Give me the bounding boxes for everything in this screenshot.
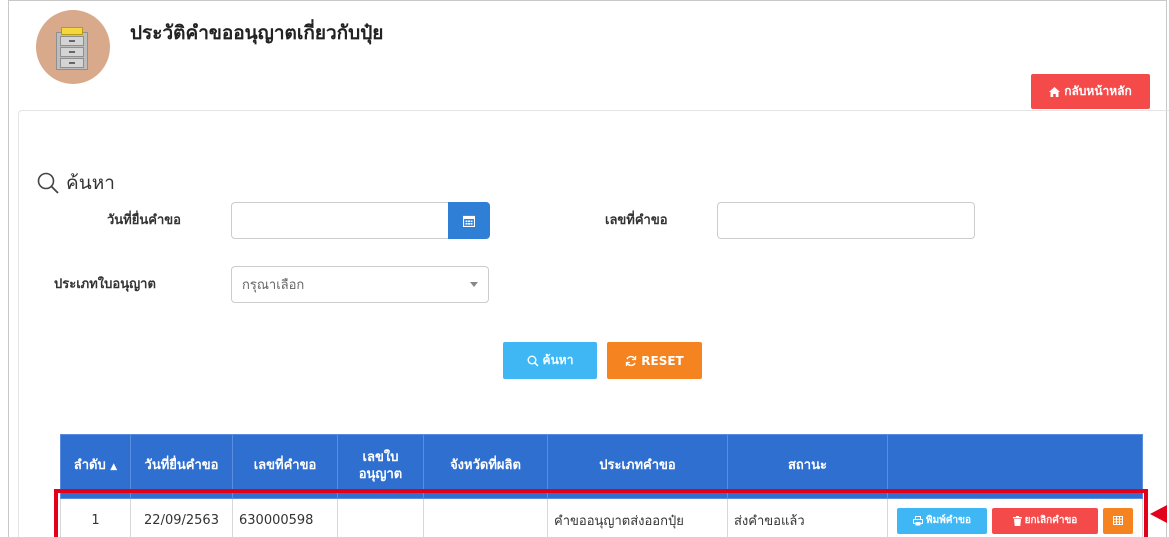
home-button-label: กลับหน้าหลัก [1064,84,1132,98]
search-button[interactable]: ค้นหา [503,342,597,379]
cell-request-type: คำขออนุญาตส่งออกปุ๋ย [547,498,728,537]
pointer-arrow-icon [1150,505,1167,523]
trash-icon [1012,515,1022,526]
request-no-label: เลขที่คำขอ [605,213,668,228]
submit-date-input[interactable] [231,202,449,239]
reset-button-label: RESET [641,353,684,368]
print-icon [913,515,924,525]
refresh-icon [626,355,637,366]
column-header-request-type[interactable]: ประเภทคำขอ [547,434,728,499]
detail-button[interactable] [1103,507,1133,534]
column-header-submit-date[interactable]: วันที่ยื่นคำขอ [130,434,233,499]
cell-request-no: 630000598 [232,498,338,537]
cell-province [423,498,548,537]
home-icon [1049,86,1061,97]
column-header-province[interactable]: จังหวัดที่ผลิต [423,434,548,499]
chevron-down-icon [470,282,478,287]
page-title: ประวัติคำขออนุญาตเกี่ยวกับปุ๋ย [130,22,384,44]
license-type-select[interactable]: กรุณาเลือก [231,266,489,303]
column-header-status[interactable]: สถานะ [727,434,888,499]
column-header-request-no[interactable]: เลขที่คำขอ [232,434,338,499]
cell-actions: พิมพ์คำขอ ยกเลิกคำขอ [887,498,1143,537]
home-button[interactable]: กลับหน้าหลัก [1031,74,1150,109]
request-table: ลำดับ ▲ วันที่ยื่นคำขอ เลขที่คำขอ เลขใบ … [60,434,1143,537]
column-header-no[interactable]: ลำดับ ▲ [60,434,131,499]
reset-button[interactable]: RESET [607,342,702,379]
file-cabinet-icon [36,10,110,84]
cancel-request-label: ยกเลิกคำขอ [1024,515,1078,526]
column-header-actions [887,434,1143,499]
table-icon [1113,516,1123,525]
license-type-selected: กรุณาเลือก [242,278,305,293]
search-icon [527,355,539,367]
cell-license-no [337,498,424,537]
table-row: 1 22/09/2563 630000598 คำขออนุญาตส่งออกป… [60,498,1143,537]
cell-status: ส่งคำขอแล้ว [727,498,888,537]
sort-icon: ▲ [110,462,118,473]
request-no-input[interactable] [717,202,975,239]
search-button-label: ค้นหา [542,353,574,367]
cell-submit-date: 22/09/2563 [130,498,233,537]
cancel-request-button[interactable]: ยกเลิกคำขอ [992,507,1098,534]
search-heading: ค้นหา [36,168,115,198]
column-header-license-no[interactable]: เลขใบ อนุญาต [337,434,424,499]
print-request-label: พิมพ์คำขอ [926,515,971,526]
cell-no: 1 [60,498,131,537]
license-type-label: ประเภทใบอนุญาต [54,277,156,292]
search-icon [37,172,59,194]
calendar-button[interactable] [448,202,490,239]
calendar-icon [463,215,475,227]
table-header-row: ลำดับ ▲ วันที่ยื่นคำขอ เลขที่คำขอ เลขใบ … [60,434,1143,499]
print-request-button[interactable]: พิมพ์คำขอ [897,507,987,534]
submit-date-label: วันที่ยื่นคำขอ [107,213,181,228]
search-heading-label: ค้นหา [66,172,115,194]
